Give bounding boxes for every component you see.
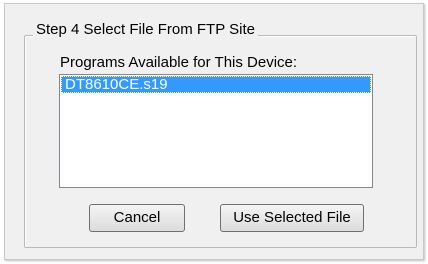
cancel-button[interactable]: Cancel [89, 204, 185, 232]
program-list-item[interactable]: DT8610CE.s19 [61, 76, 371, 93]
use-selected-file-button[interactable]: Use Selected File [220, 204, 364, 232]
programs-list-label: Programs Available for This Device: [60, 54, 298, 71]
groupbox-title: Step 4 Select File From FTP Site [33, 20, 258, 40]
programs-listbox[interactable]: DT8610CE.s19 [59, 74, 373, 188]
